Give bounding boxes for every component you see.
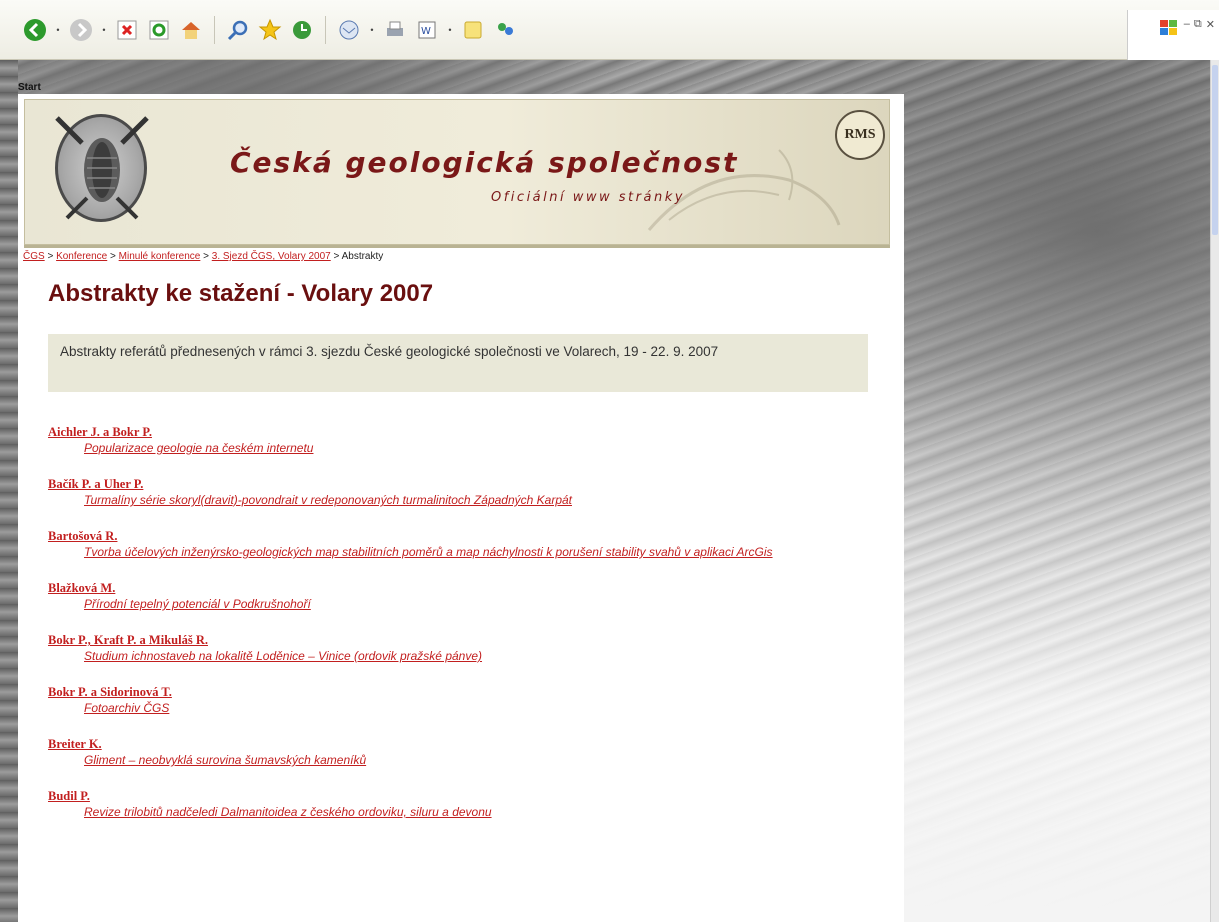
toolbar-divider [325, 15, 326, 44]
abstract-title-link[interactable]: Přírodní tepelný potenciál v Podkrušnoho… [84, 596, 878, 613]
breadcrumb-separator: > [110, 251, 119, 262]
corner-label: Start [18, 82, 41, 93]
author-link[interactable]: Bokr P. a Sidorinová T. [48, 684, 878, 700]
breadcrumb-cgs[interactable]: ČGS [23, 251, 45, 262]
breadcrumb-sjezd[interactable]: 3. Sjezd ČGS, Volary 2007 [212, 251, 331, 262]
page-content: Česká geologická společnost Oficiální ww… [18, 94, 904, 922]
breadcrumb: ČGS > Konference > Minulé konference > 3… [23, 251, 383, 262]
abstract-list: Aichler J. a Bokr P. Popularizace geolog… [48, 424, 878, 840]
mail-dropdown-icon[interactable]: • [368, 25, 376, 35]
left-rock-strip [0, 60, 18, 922]
site-subtitle: Oficiální www stránky [491, 190, 685, 205]
breadcrumb-separator: > [203, 251, 212, 262]
abstract-title-link[interactable]: Revize trilobitů nadčeledi Dalmanitoidea… [84, 804, 878, 821]
mail-icon[interactable] [336, 17, 362, 43]
forward-icon[interactable] [68, 17, 94, 43]
list-item: Blažková M. Přírodní tepelný potenciál v… [48, 580, 878, 613]
stop-icon[interactable] [114, 17, 140, 43]
breadcrumb-minule-konference[interactable]: Minulé konference [119, 251, 201, 262]
home-icon[interactable] [178, 17, 204, 43]
refresh-icon[interactable] [146, 17, 172, 43]
author-link[interactable]: Blažková M. [48, 580, 878, 596]
breadcrumb-separator: > [47, 251, 57, 262]
toolbar-divider [214, 15, 215, 44]
rock-fade [900, 60, 1210, 922]
abstract-title-link[interactable]: Studium ichnostaveb na lokalitě Loděnice… [84, 648, 878, 665]
abstract-title-link[interactable]: Tvorba účelových inženýrsko-geologických… [84, 544, 878, 561]
abstract-title-link[interactable]: Turmalíny série skoryl(dravit)-povondrai… [84, 492, 878, 509]
page-title: Abstrakty ke stažení - Volary 2007 [48, 280, 434, 307]
author-link[interactable]: Bokr P., Kraft P. a Mikuláš R. [48, 632, 878, 648]
scrollbar-thumb[interactable] [1212, 65, 1218, 235]
discuss-icon[interactable] [460, 17, 486, 43]
svg-text:W: W [421, 26, 431, 37]
forward-dropdown-icon[interactable]: • [100, 25, 108, 35]
vertical-scrollbar[interactable] [1210, 60, 1219, 922]
list-item: Breiter K. Gliment – neobvyklá surovina … [48, 736, 878, 769]
abstract-title-link[interactable]: Popularizace geologie na českém internet… [84, 440, 878, 457]
site-title: Česká geologická společnost [230, 146, 739, 179]
list-item: Bokr P., Kraft P. a Mikuláš R. Studium i… [48, 632, 878, 665]
intro-box: Abstrakty referátů přednesených v rámci … [48, 334, 868, 392]
minimize-icon[interactable]: – [1184, 18, 1190, 30]
list-item: Bačík P. a Uher P. Turmalíny série skory… [48, 476, 878, 509]
author-link[interactable]: Budil P. [48, 788, 878, 804]
window-controls: – ⧉ ✕ [1127, 10, 1219, 62]
author-link[interactable]: Bačík P. a Uher P. [48, 476, 878, 492]
author-link[interactable]: Aichler J. a Bokr P. [48, 424, 878, 440]
favorites-icon[interactable] [257, 17, 283, 43]
breadcrumb-separator: > [333, 251, 342, 262]
author-link[interactable]: Bartošová R. [48, 528, 878, 544]
browser-toolbar: • • • W • [0, 0, 1219, 60]
abstract-title-link[interactable]: Fotoarchiv ČGS [84, 700, 878, 717]
back-dropdown-icon[interactable]: • [54, 25, 62, 35]
edit-icon[interactable]: W [414, 17, 440, 43]
author-link[interactable]: Breiter K. [48, 736, 878, 752]
trilobite-logo-icon [55, 116, 149, 220]
print-icon[interactable] [382, 17, 408, 43]
list-item: Bokr P. a Sidorinová T. Fotoarchiv ČGS [48, 684, 878, 717]
rms-badge[interactable]: RMS [835, 110, 885, 160]
abstract-title-link[interactable]: Gliment – neobvyklá surovina šumavských … [84, 752, 878, 769]
breadcrumb-konference[interactable]: Konference [56, 251, 107, 262]
site-header: Česká geologická společnost Oficiální ww… [24, 99, 890, 245]
list-item: Bartošová R. Tvorba účelových inženýrsko… [48, 528, 878, 561]
edit-dropdown-icon[interactable]: • [446, 25, 454, 35]
list-item: Budil P. Revize trilobitů nadčeledi Dalm… [48, 788, 878, 821]
windows-logo-icon [1159, 20, 1177, 35]
restore-icon[interactable]: ⧉ [1194, 18, 1202, 31]
breadcrumb-current: Abstrakty [341, 251, 384, 262]
search-icon[interactable] [225, 17, 251, 43]
messenger-icon[interactable] [492, 17, 518, 43]
back-icon[interactable] [22, 17, 48, 43]
history-icon[interactable] [289, 17, 315, 43]
close-icon[interactable]: ✕ [1206, 18, 1215, 31]
list-item: Aichler J. a Bokr P. Popularizace geolog… [48, 424, 878, 457]
